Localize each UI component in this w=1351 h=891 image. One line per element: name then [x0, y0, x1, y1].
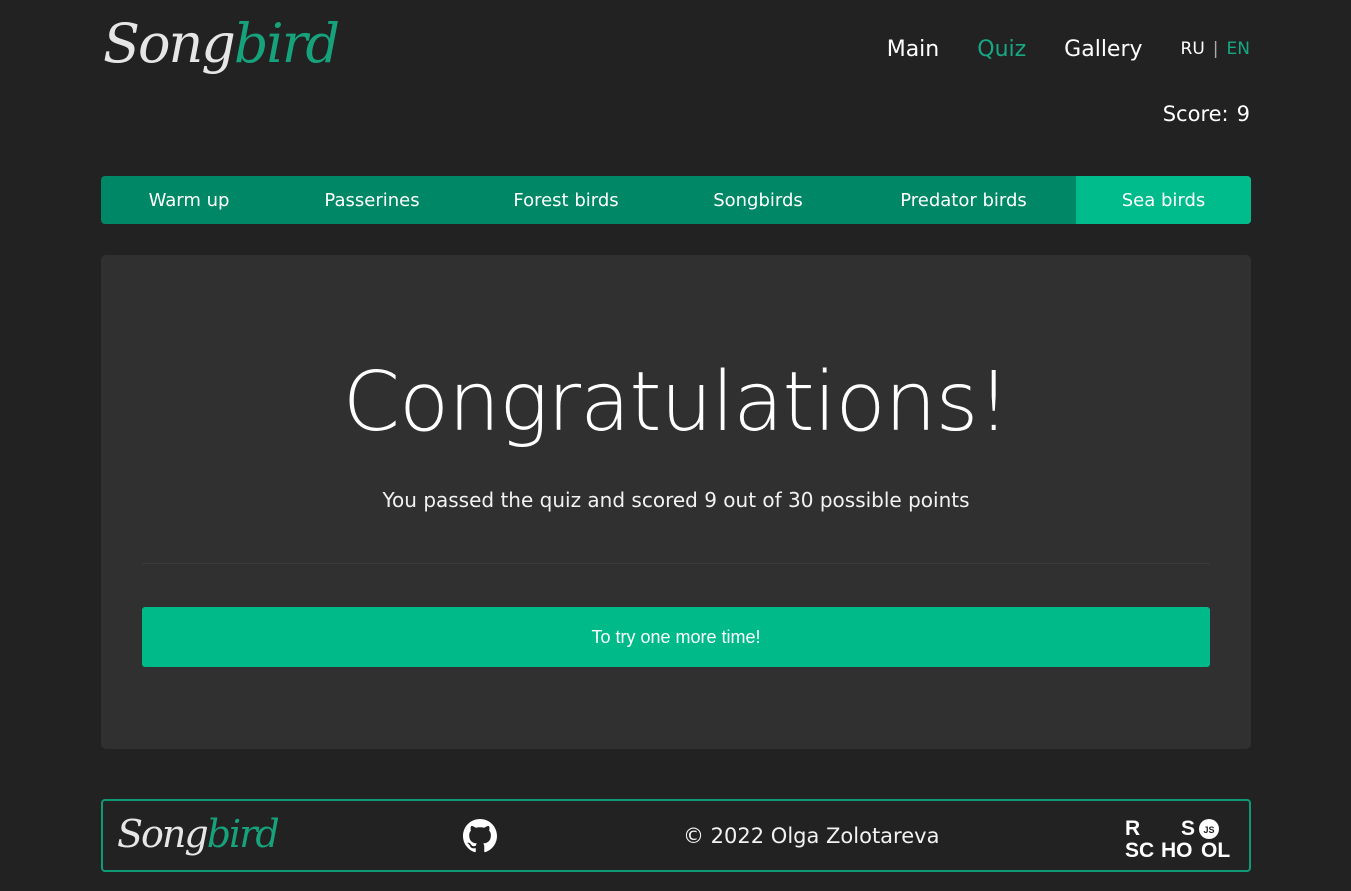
result-panel: Congratulations! You passed the quiz and…	[101, 255, 1251, 749]
lang-ru[interactable]: RU	[1181, 39, 1205, 59]
congratulations-title: Congratulations!	[342, 355, 1010, 450]
tab-songbirds[interactable]: Songbirds	[665, 176, 851, 224]
tab-forest-birds[interactable]: Forest birds	[467, 176, 665, 224]
tab-sea-birds[interactable]: Sea birds	[1076, 176, 1251, 224]
footer-logo-part-bird: bird	[206, 812, 280, 856]
category-tabs: Warm up Passerines Forest birds Songbird…	[101, 176, 1251, 224]
result-text: You passed the quiz and scored 9 out of …	[382, 488, 970, 512]
page: Songbird Main Quiz Gallery RU | EN Score…	[0, 0, 1351, 891]
language-switch: RU | EN	[1181, 39, 1250, 59]
github-icon[interactable]	[463, 819, 497, 853]
rs-logo-letter-r: R	[1125, 817, 1140, 840]
lang-separator: |	[1212, 39, 1219, 59]
footer: Songbird © 2022 Olga Zolotareva R S SC H…	[101, 799, 1251, 872]
nav-quiz[interactable]: Quiz	[977, 37, 1026, 62]
tab-warm-up[interactable]: Warm up	[101, 176, 277, 224]
footer-logo-part-song: Song	[117, 812, 209, 856]
score-value: 9	[1236, 102, 1250, 126]
logo-part-song: Song	[103, 12, 236, 75]
rs-logo-letters-ol: OL	[1201, 839, 1230, 859]
score-label: Score:	[1162, 102, 1229, 126]
retry-button[interactable]: To try one more time!	[142, 607, 1210, 667]
rs-logo-letter-s: S	[1181, 817, 1195, 840]
score-display: Score: 9	[1163, 102, 1250, 126]
tab-predator-birds[interactable]: Predator birds	[851, 176, 1076, 224]
songbird-logo[interactable]: Songbird	[103, 8, 340, 80]
nav-gallery[interactable]: Gallery	[1064, 37, 1142, 62]
copyright-text: © 2022 Olga Zolotareva	[683, 823, 940, 848]
main-nav: Main Quiz Gallery RU | EN	[849, 30, 1250, 68]
lang-en[interactable]: EN	[1227, 39, 1250, 59]
rs-logo-letters-ho: HO	[1161, 839, 1193, 859]
divider	[142, 563, 1210, 564]
nav-main[interactable]: Main	[887, 37, 940, 62]
rs-school-logo[interactable]: R S SC HO OL JS	[1125, 815, 1237, 859]
footer-songbird-logo[interactable]: Songbird	[117, 805, 280, 863]
tab-passerines[interactable]: Passerines	[277, 176, 467, 224]
logo-part-bird: bird	[233, 12, 340, 75]
rs-logo-js: JS	[1203, 825, 1214, 835]
rs-logo-letters-sc: SC	[1125, 839, 1154, 859]
